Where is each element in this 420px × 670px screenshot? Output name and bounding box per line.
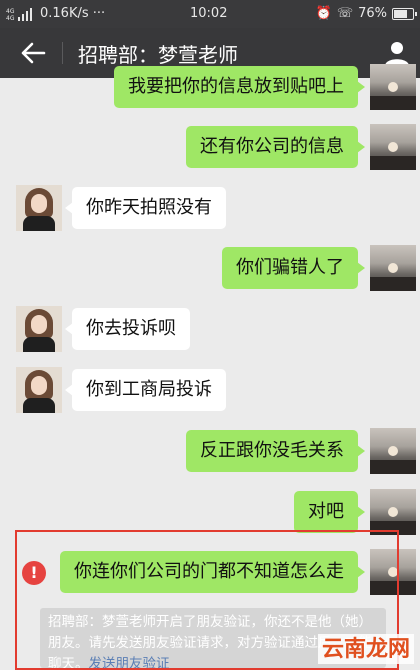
alarm-icon: ⏰ <box>315 6 332 21</box>
network-speed: 0.16K/s ··· <box>40 6 106 21</box>
contact-info-icon[interactable] <box>384 40 410 66</box>
message-bubble-received[interactable]: 你到工商局投诉 <box>65 369 226 411</box>
my-avatar[interactable] <box>370 428 416 474</box>
message-bubble-sent[interactable]: 反正跟你没毛关系 <box>186 430 365 472</box>
message-row: 你到工商局投诉 <box>0 367 420 415</box>
message-row: 你们骗错人了 <box>0 245 420 293</box>
message-row: 我要把你的信息放到贴吧上 <box>0 64 420 112</box>
contact-avatar[interactable] <box>16 367 62 413</box>
watermark-logo: 云南龙网 <box>317 634 414 664</box>
message-bubble-sent[interactable]: 你们骗错人了 <box>222 247 365 289</box>
hd-call-icon: ☏ <box>336 6 354 21</box>
watermark-text: 云南龙网 <box>321 636 410 662</box>
message-bubble-received[interactable]: 你昨天拍照没有 <box>65 187 226 229</box>
message-bubble-sent[interactable]: 我要把你的信息放到贴吧上 <box>114 66 365 108</box>
message-row: 还有你公司的信息 <box>0 124 420 172</box>
contact-avatar[interactable] <box>16 185 62 231</box>
back-arrow-icon[interactable] <box>20 41 46 65</box>
battery-icon <box>392 7 417 20</box>
contact-avatar[interactable] <box>16 306 62 352</box>
message-row: 反正跟你没毛关系 <box>0 428 420 476</box>
header-divider <box>62 42 63 64</box>
clock: 10:02 <box>190 6 228 21</box>
svg-text:4G: 4G <box>6 15 15 21</box>
status-bar: 4G 4G 0.16K/s ··· 10:02 ⏰ ☏ 76% <box>0 0 420 28</box>
message-list[interactable]: 我要把你的信息放到贴吧上 还有你公司的信息 你昨天拍照没有 你们骗错人了 你去投… <box>0 64 420 670</box>
message-bubble-sent[interactable]: 对吧 <box>294 491 365 533</box>
message-bubble-received[interactable]: 你去投诉呗 <box>65 308 190 350</box>
my-avatar[interactable] <box>370 124 416 170</box>
my-avatar[interactable] <box>370 489 416 535</box>
signal-icon: 4G 4G <box>6 8 32 21</box>
my-avatar[interactable] <box>370 245 416 291</box>
svg-text:4G: 4G <box>6 8 15 15</box>
message-bubble-sent[interactable]: 还有你公司的信息 <box>186 126 365 168</box>
my-avatar[interactable] <box>370 64 416 110</box>
message-row: 你去投诉呗 <box>0 306 420 354</box>
message-row: 你昨天拍照没有 <box>0 185 420 233</box>
battery-percent: 76% <box>358 6 387 21</box>
send-verification-link[interactable]: 发送朋友验证 <box>89 656 170 668</box>
